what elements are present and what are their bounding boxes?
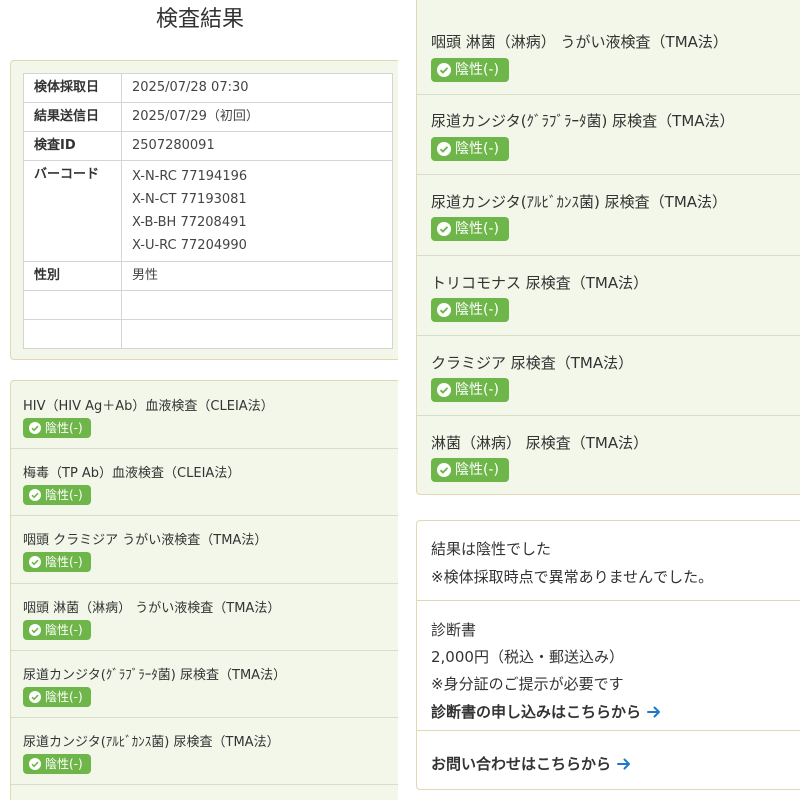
summary-card: 結果は陰性でした ※検体採取時点で異常ありませんでした。 [416,520,800,600]
test-name: 淋菌（淋病） 尿検査（TMA法） [431,434,649,452]
test-name: 尿道カンジタ(ｸﾞﾗﾌﾞﾗｰﾀ菌) 尿検査（TMA法） [431,112,735,130]
result-badge: 陰性(-) [431,217,509,241]
contact-card: お問い合わせはこちらから [416,730,800,790]
diagnosis-price: 2,000円（税込・郵送込み） [431,648,624,666]
result-item: 咽頭 淋菌（淋病） うがい液検査（TMA法） 陰性(-) [417,0,800,95]
check-circle-icon [437,142,451,156]
result-text: 陰性(-) [455,302,499,318]
result-badge: 陰性(-) [431,378,509,402]
diagnosis-link-text[interactable]: 診断書の申し込みはこちらから [431,703,641,721]
check-circle-icon [437,383,451,397]
test-name: 咽頭 淋菌（淋病） うがい液検査（TMA法） [431,33,728,51]
result-text: 陰性(-) [455,141,499,157]
test-name: 尿道カンジタ(ｱﾙﾋﾞｶﾝｽ菌) 尿検査（TMA法） [431,193,728,211]
results-list-right: 咽頭 淋菌（淋病） うがい液検査（TMA法） 陰性(-) 尿道カンジタ(ｸﾞﾗﾌ… [416,0,800,495]
result-item: クラミジア 尿検査（TMA法） 陰性(-) [417,335,800,416]
test-name: クラミジア 尿検査（TMA法） [431,354,634,372]
diagnosis-note: ※身分証のご提示が必要です [431,675,624,693]
contact-link-text[interactable]: お問い合わせはこちらから [431,755,611,773]
result-badge: 陰性(-) [431,458,509,482]
check-circle-icon [437,222,451,236]
result-item: トリコモナス 尿検査（TMA法） 陰性(-) [417,255,800,336]
summary-note: ※検体採取時点で異常ありませんでした。 [431,568,714,586]
result-badge: 陰性(-) [431,298,509,322]
result-item: 尿道カンジタ(ｱﾙﾋﾞｶﾝｽ菌) 尿検査（TMA法） 陰性(-) [417,174,800,256]
contact-link[interactable]: お問い合わせはこちらから [431,753,631,774]
result-item: 淋菌（淋病） 尿検査（TMA法） 陰性(-) [417,415,800,494]
result-badge: 陰性(-) [431,137,509,161]
result-text: 陰性(-) [455,462,499,478]
summary-result: 結果は陰性でした [431,540,552,558]
check-circle-icon [437,303,451,317]
result-text: 陰性(-) [455,62,499,78]
check-circle-icon [437,63,451,77]
result-text: 陰性(-) [455,221,499,237]
test-name: トリコモナス 尿検査（TMA法） [431,274,649,292]
diagnosis-card: 診断書 2,000円（税込・郵送込み） ※身分証のご提示が必要です 診断書の申し… [416,600,800,730]
result-item: 尿道カンジタ(ｸﾞﾗﾌﾞﾗｰﾀ菌) 尿検査（TMA法） 陰性(-) [417,94,800,175]
diagnosis-apply-link[interactable]: 診断書の申し込みはこちらから [431,701,661,722]
diagnosis-title: 診断書 [431,621,477,639]
right-screenshot: 咽頭 淋菌（淋病） うがい液検査（TMA法） 陰性(-) 尿道カンジタ(ｸﾞﾗﾌ… [0,0,800,800]
check-circle-icon [437,463,451,477]
result-text: 陰性(-) [455,382,499,398]
arrow-right-icon[interactable] [617,757,631,771]
arrow-right-icon[interactable] [647,705,661,719]
result-badge: 陰性(-) [431,58,509,82]
